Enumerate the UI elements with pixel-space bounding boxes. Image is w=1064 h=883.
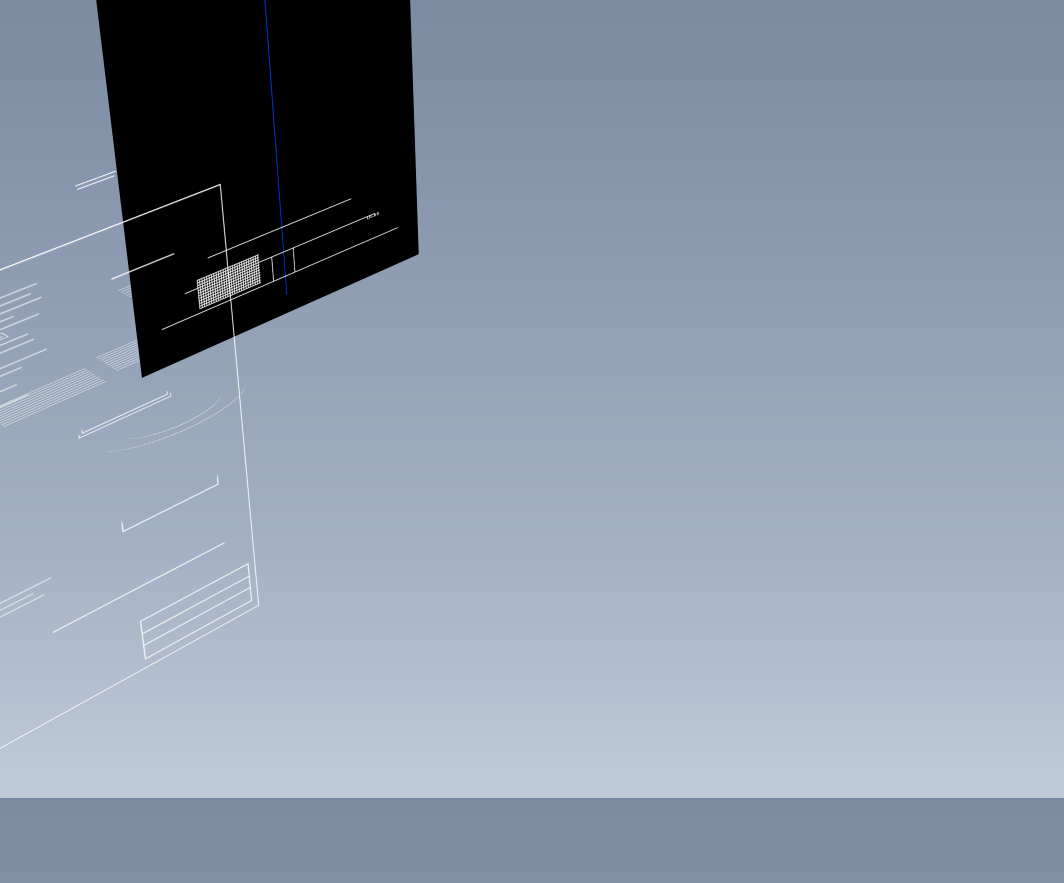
panel-topline — [208, 198, 351, 258]
cad-viewport[interactable]: thumb — [0, 0, 1064, 798]
drawing-sheet — [0, 184, 259, 764]
sheet-main-view — [90, 244, 219, 532]
note-line — [0, 394, 29, 438]
note-line — [0, 348, 47, 401]
isometric-scene: thumb — [0, 126, 1064, 883]
small-block — [271, 247, 295, 282]
note-line — [0, 333, 28, 379]
panel-label: thumb — [366, 210, 379, 221]
note-line — [0, 338, 34, 386]
